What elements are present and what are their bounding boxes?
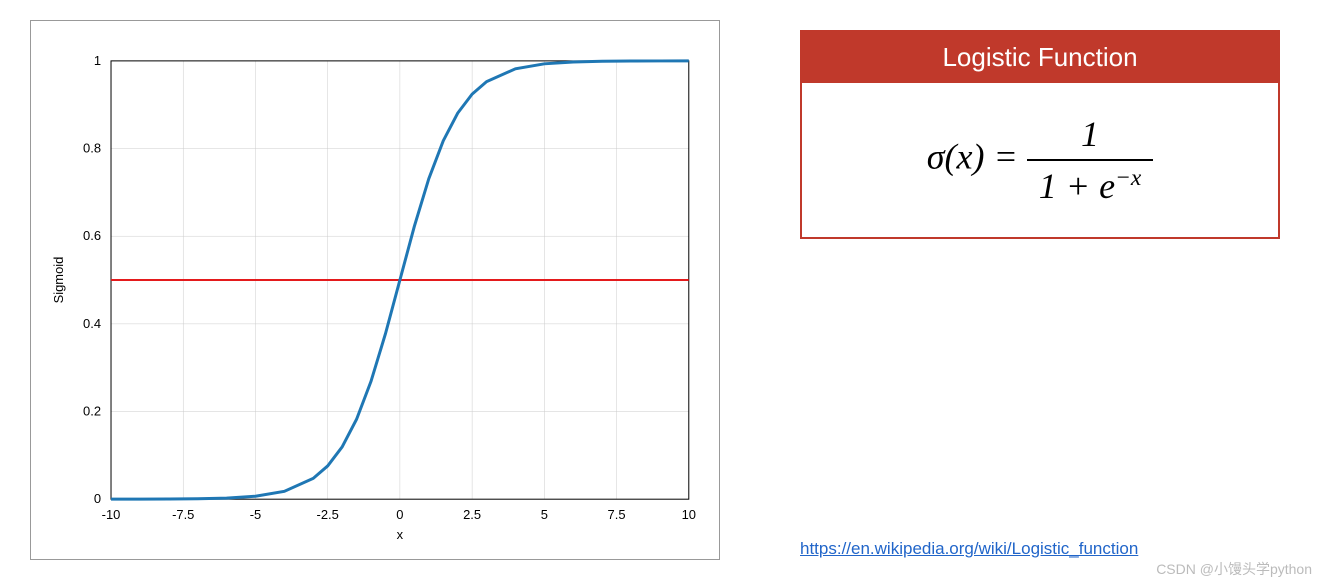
svg-text:0: 0 xyxy=(94,491,101,506)
chart-panel: -10 -7.5 -5 -2.5 0 2.5 5 7.5 10 0 0.2 0.… xyxy=(30,20,720,560)
formula-equation: σ(x) = 1 1 + e−x xyxy=(802,83,1278,237)
svg-text:0.6: 0.6 xyxy=(83,228,101,243)
svg-text:5: 5 xyxy=(541,507,548,522)
y-axis-label: Sigmoid xyxy=(51,257,66,304)
chart-svg: -10 -7.5 -5 -2.5 0 2.5 5 7.5 10 0 0.2 0.… xyxy=(41,31,709,549)
sigma-symbol: σ xyxy=(927,136,945,176)
x-tick-labels: -10 -7.5 -5 -2.5 0 2.5 5 7.5 10 xyxy=(102,507,696,522)
watermark: CSDN @小馒头学python xyxy=(1156,559,1312,579)
sigmoid-chart: -10 -7.5 -5 -2.5 0 2.5 5 7.5 10 0 0.2 0.… xyxy=(41,31,709,549)
right-panel: Logistic Function σ(x) = 1 1 + e−x https… xyxy=(800,20,1280,560)
svg-text:0.2: 0.2 xyxy=(83,404,101,419)
svg-text:-2.5: -2.5 xyxy=(317,507,339,522)
x-axis-label: x xyxy=(397,527,404,542)
svg-text:7.5: 7.5 xyxy=(608,507,626,522)
formula-title: Logistic Function xyxy=(802,32,1278,83)
svg-text:0: 0 xyxy=(396,507,403,522)
svg-text:0.8: 0.8 xyxy=(83,141,101,156)
svg-text:-10: -10 xyxy=(102,507,121,522)
svg-text:2.5: 2.5 xyxy=(463,507,481,522)
svg-text:-5: -5 xyxy=(250,507,262,522)
svg-text:10: 10 xyxy=(682,507,696,522)
svg-text:-7.5: -7.5 xyxy=(172,507,194,522)
y-tick-labels: 0 0.2 0.4 0.6 0.8 1 xyxy=(83,53,101,506)
svg-text:1: 1 xyxy=(94,53,101,68)
formula-box: Logistic Function σ(x) = 1 1 + e−x xyxy=(800,30,1280,239)
wiki-link[interactable]: https://en.wikipedia.org/wiki/Logistic_f… xyxy=(800,539,1280,559)
svg-text:0.4: 0.4 xyxy=(83,316,101,331)
